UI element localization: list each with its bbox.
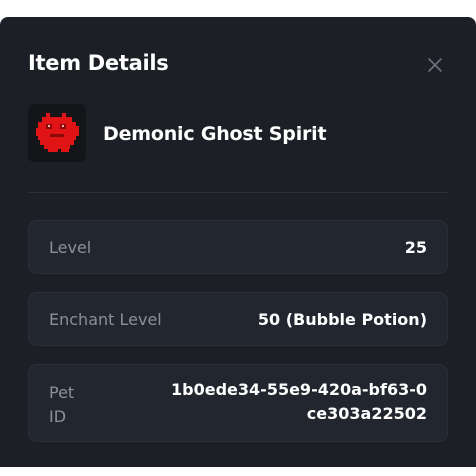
item-details-modal: Item Details Demonic Ghost Spirit Level …: [0, 17, 476, 467]
item-summary: Demonic Ghost Spirit: [28, 96, 448, 162]
detail-card-enchant-level: Enchant Level 50 (Bubble Potion): [28, 292, 448, 346]
detail-value: 25: [404, 238, 427, 257]
close-button[interactable]: [422, 52, 448, 78]
detail-label: Pet ID: [49, 383, 75, 426]
detail-label: Level: [49, 238, 92, 257]
demonic-ghost-spirit-icon: [36, 113, 79, 152]
detail-value: 50 (Bubble Potion): [257, 310, 427, 329]
page-bottom-edge: [0, 467, 476, 476]
item-thumbnail: [28, 104, 86, 162]
close-icon: [428, 58, 442, 72]
detail-card-level: Level 25: [28, 220, 448, 274]
modal-title: Item Details: [28, 51, 169, 75]
detail-value: 1b0ede34-55e9-420a-bf63-0ce303a22502: [171, 380, 427, 423]
detail-card-pet-id: Pet ID 1b0ede34-55e9-420a-bf63-0ce303a22…: [28, 364, 448, 442]
modal-header: Item Details: [28, 51, 448, 81]
detail-label: Enchant Level: [49, 310, 162, 329]
item-name: Demonic Ghost Spirit: [103, 123, 327, 145]
section-divider: [28, 192, 448, 193]
